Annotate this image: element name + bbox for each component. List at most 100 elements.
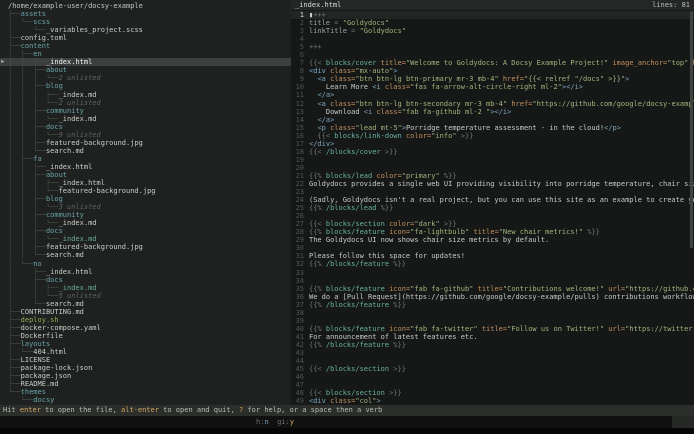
text-segment: >}} [381,148,398,156]
tree-row-docs[interactable]: │ │ ├──docs [0,123,291,131]
text-segment: For announcement of latest features etc. [309,333,478,341]
file-name: search.md [46,300,84,308]
tree-row--index-md[interactable]: │ │ │ └──_index.md [0,235,291,243]
tree-row-docsy[interactable]: └──docsy [0,396,291,404]
tree-branch-lines: │ │ │ └── [8,99,59,107]
text-segment: url= [608,325,625,333]
tree-row-deploy-sh[interactable]: ├──deploy.sh [0,316,291,324]
tree-row-docs[interactable]: │ ├──docs [0,276,291,284]
code-line: 36We do a [Pull Request](https://github.… [291,293,694,301]
tree-row-community[interactable]: │ │ ├──community [0,211,291,219]
tree-row--index-html[interactable]: │ │ │ ├──_index.html [0,179,291,187]
directory-name: en [33,50,41,58]
tree-root-path[interactable]: /home/example-user/docsy-example [0,2,291,10]
tree-row-featured-background-jpg[interactable]: │ │ │ └──featured-background.jpg [0,187,291,195]
code-line: 25{{% /blocks/lead %}} [291,204,694,212]
tree-branch-lines: │ │ │ └── [8,74,59,82]
tree-row-about[interactable]: │ │ ├──about [0,171,291,179]
tree-row--index-html[interactable]: ▶│ │ ├──_index.html [0,58,291,66]
tree-row--variables-project-scss[interactable]: │ └──_variables_project.scss [0,26,291,34]
preview-header: _index.html lines: 81 [291,0,694,10]
code-line: 45{{< /blocks/section >}} [291,365,694,373]
tree-row--index-md[interactable]: │ │ │ └──_index.md [0,219,291,227]
code-line: 42{{% /blocks/feature %}} [291,341,694,349]
tree-row-contributing-md[interactable]: ├──CONTRIBUTING.md [0,308,291,316]
code-line: 15 <p class="lead mt-5">Porridge tempera… [291,124,694,132]
tree-row--index-md[interactable]: │ │ │ └──_index.md [0,115,291,123]
preview-line-count: lines: 81 [652,0,690,10]
tree-row-2-unlisted[interactable]: │ │ │ └──2 unlisted [0,99,291,107]
directory-name: blog [46,82,63,90]
tree-row--index-md[interactable]: │ │ ├──_index.md [0,284,291,292]
tree-row--index-html[interactable]: │ ├──_index.html [0,268,291,276]
file-name: _index.md [59,219,97,227]
tree-row-3-unlisted[interactable]: │ │ │ └──3 unlisted [0,203,291,211]
tree-row-readme-md[interactable]: ├──README.md [0,380,291,388]
main-area: /home/example-user/docsy-example├──asset… [0,0,694,405]
text-segment: icon= [389,285,410,293]
tree-row-blog[interactable]: │ │ ├──blog [0,82,291,90]
tree-row-license[interactable]: ├──LICENSE [0,356,291,364]
directory-name: docs [46,123,63,131]
line-number: 44 [291,357,304,365]
text-segment: blocks/link-down [334,132,401,140]
tree-row-9-unlisted[interactable]: │ │ │ └──9 unlisted [0,131,291,139]
line-number: 46 [291,373,304,381]
tree-row-layouts[interactable]: ├──layouts [0,340,291,348]
text-segment: {{% [309,204,326,212]
tree-row-docker-compose-yaml[interactable]: ├──docker-compose.yaml [0,324,291,332]
code-line: 30 [291,244,694,252]
text-segment: "Contributions welcome!" [503,285,604,293]
tree-branch-lines: │ ├── [8,155,33,163]
text-segment: href= [503,75,524,83]
tree-row-2-unlisted[interactable]: │ │ │ └──2 unlisted [0,74,291,82]
tree-row-config-toml[interactable]: ├──config.toml [0,34,291,42]
text-segment: The Goldydocs UI now shows chair size me… [309,236,549,244]
tree-row-featured-background-jpg[interactable]: │ │ ├──featured-background.jpg [0,243,291,251]
preview-scrollbar[interactable] [690,11,693,248]
text-segment: %}} [583,228,600,236]
tree-row-community[interactable]: │ │ ├──community [0,107,291,115]
tree-row-search-md[interactable]: │ │ └──search.md [0,147,291,155]
tree-row-dockerfile[interactable]: ├──Dockerfile [0,332,291,340]
line-number: 8 [291,67,304,75]
tree-row-fa[interactable]: │ ├──fa [0,155,291,163]
tree-row-about[interactable]: │ │ ├──about [0,66,291,74]
text-segment: {{% [309,228,326,236]
code-line: 2title = "Goldydocs" [291,19,694,27]
tree-branch-lines: ├── [8,340,21,348]
tree-row-package-json[interactable]: ├──package.json [0,372,291,380]
text-segment: title= [478,285,503,293]
tree-row-blog[interactable]: │ │ ├──blog [0,195,291,203]
tree-row-404-html[interactable]: │ └──404.html [0,348,291,356]
text-segment: {{< [309,389,326,397]
text-segment: linkTitle [309,27,347,35]
code-line: 22Goldydocs provides a single web UI pro… [291,180,694,188]
tree-branch-lines: │ └── [8,260,33,268]
tree-row-content[interactable]: ├──content [0,42,291,50]
tree-row-themes[interactable]: └──themes [0,388,291,396]
text-segment: color= [376,172,401,180]
tree-row-assets[interactable]: ├──assets [0,10,291,18]
file-name: featured-background.jpg [46,243,143,251]
tree-row--index-html[interactable]: │ │ ├──_index.html [0,163,291,171]
tree-row-scss[interactable]: │ └──scss [0,18,291,26]
directory-name: docs [46,227,63,235]
tree-row-featured-background-jpg[interactable]: │ │ ├──featured-background.jpg [0,139,291,147]
tree-row-5-unlisted[interactable]: │ │ └──5 unlisted [0,292,291,300]
text-segment: >}} [440,220,457,228]
tree-row-package-lock-json[interactable]: ├──package-lock.json [0,364,291,372]
command-input[interactable]: :e h:n gi:y [0,416,672,428]
line-number: 42 [291,341,304,349]
tree-branch-lines: │ └── [8,348,33,356]
tree-row-search-md[interactable]: │ └──search.md [0,300,291,308]
tree-row-search-md[interactable]: │ │ └──search.md [0,251,291,259]
directory-name: community [46,107,84,115]
tree-row-no[interactable]: │ └──no [0,260,291,268]
text-segment: Goldydocs provides a single web UI provi… [309,180,694,188]
code-line: 8<div class="mx-auto"> [291,67,694,75]
tree-row-docs[interactable]: │ │ ├──docs [0,227,291,235]
tree-row--index-md[interactable]: │ │ │ ├──_index.md [0,91,291,99]
code-line: 31Please follow this space for updates! [291,252,694,260]
tree-row-en[interactable]: │ ├──en [0,50,291,58]
